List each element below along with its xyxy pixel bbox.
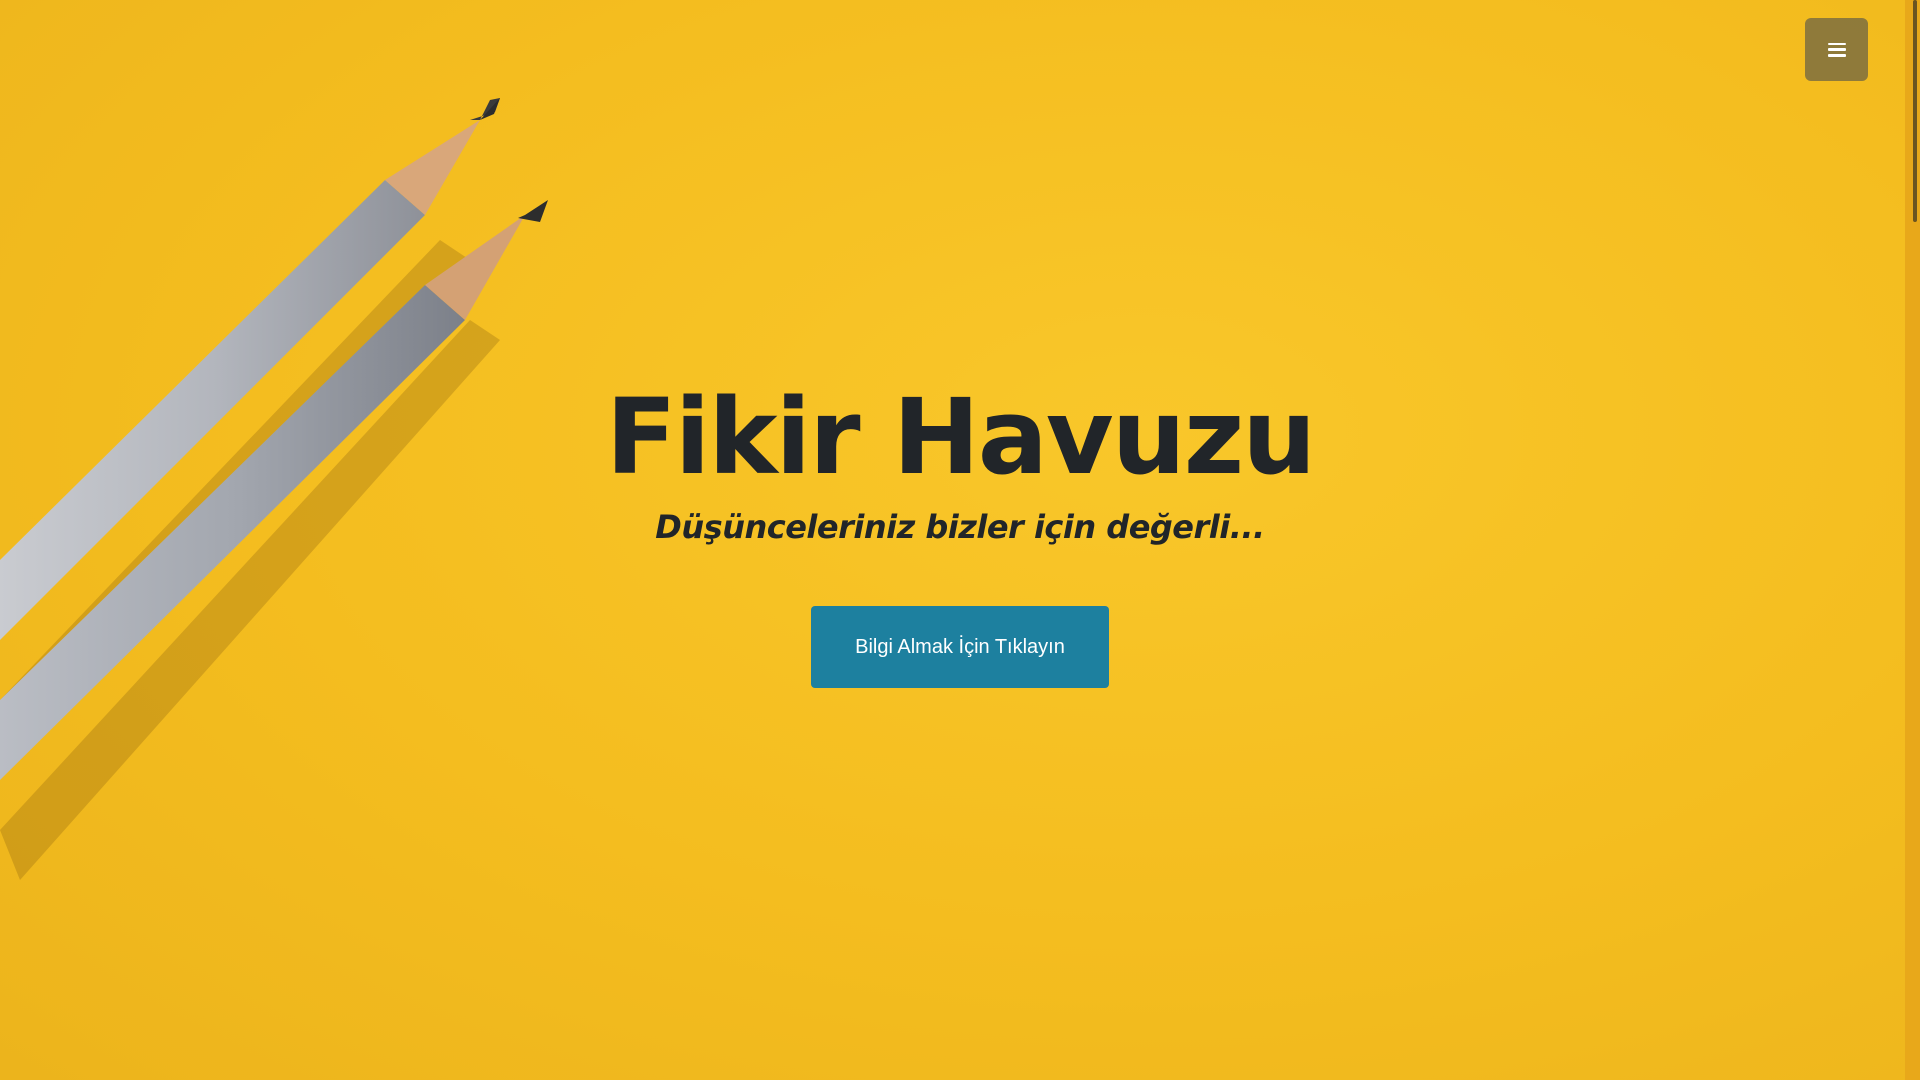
hero-section: Fikir Havuzu Düşünceleriniz bizler için …	[0, 0, 1905, 1080]
hamburger-menu-icon	[1827, 42, 1846, 57]
info-cta-button[interactable]: Bilgi Almak İçin Tıklayın	[811, 606, 1109, 689]
page-subtitle: Düşünceleriniz bizler için değerli...	[655, 508, 1265, 547]
page-scrollbar[interactable]	[1905, 0, 1920, 1080]
scrollbar-thumb[interactable]	[1913, 0, 1917, 222]
menu-toggle-button[interactable]	[1805, 18, 1868, 81]
page-title: Fikir Havuzu	[605, 376, 1317, 498]
hero-content: Fikir Havuzu Düşünceleriniz bizler için …	[0, 376, 1905, 689]
